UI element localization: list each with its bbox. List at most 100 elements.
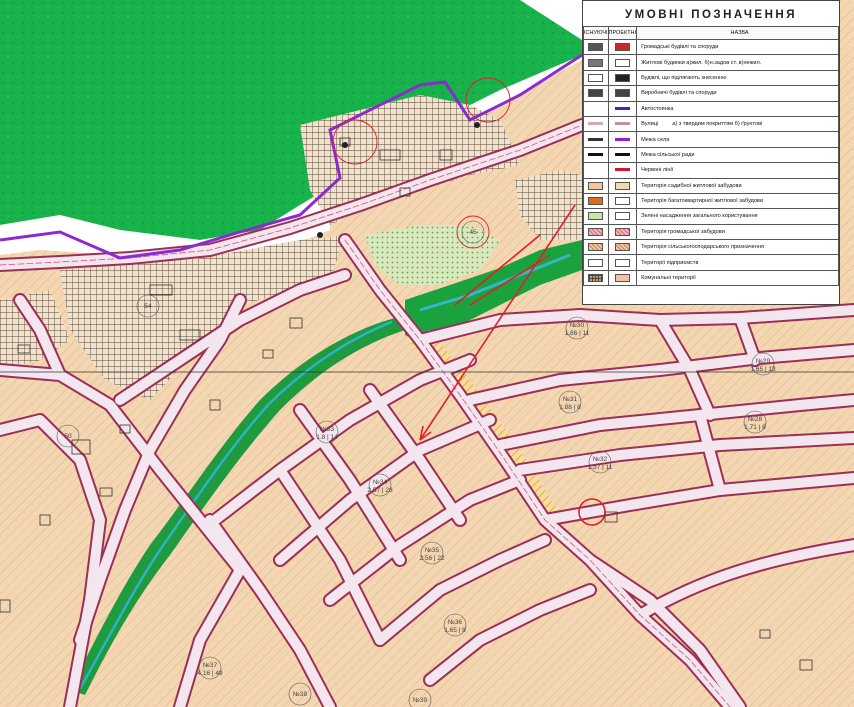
projected-boundary-village-icon xyxy=(607,131,638,148)
legend-row-streets: Вулиці а) з твердим покриттям б) ґрунтові xyxy=(583,115,839,133)
swatch-icon xyxy=(614,243,630,252)
projected-swatch-icon xyxy=(607,192,638,210)
legend-label-text: Межа села xyxy=(641,136,670,143)
legend-row-communal: Комунальні території xyxy=(583,269,839,287)
swatch-icon xyxy=(588,227,604,236)
legend-label: Червоні лінії xyxy=(636,162,839,179)
legend-label-text: Межа сільської ради xyxy=(641,151,695,158)
block-number: №39 xyxy=(413,697,428,704)
block-area-population: 1.88 | 8 xyxy=(559,404,581,411)
block-area-population: 1.65 | 8 xyxy=(444,627,466,634)
block-number: 45 xyxy=(469,229,477,236)
legend-label: Територія громадської забудови xyxy=(636,223,839,241)
legend-label-text: а) з твердим покриттям б) ґрунтові xyxy=(672,121,763,128)
red-line-icon xyxy=(614,168,630,172)
legend-label-text: Територія сільськогосподарського признач… xyxy=(641,244,764,251)
projected-swatch-icon xyxy=(607,223,638,241)
block-number: №32 xyxy=(593,456,608,463)
legend-row-multi-apartment: Територія багатоквартирної житлової забу… xyxy=(583,192,839,210)
projected-swatch-icon xyxy=(607,177,638,194)
legend-label: Житлові будинки а)жил. б)н.задов ст. в)н… xyxy=(636,54,839,71)
street-icon xyxy=(588,122,604,126)
block-number: №36 xyxy=(448,619,463,626)
legend-label: Території підприємств xyxy=(636,254,839,271)
existing-swatch-icon xyxy=(583,223,609,241)
legend-label: Виробничі будівлі та споруди xyxy=(636,85,839,102)
legend-label-text: Територія багатоквартирної житлової забу… xyxy=(641,198,764,205)
legend-label: Територія багатоквартирної житлової забу… xyxy=(636,192,839,210)
building-icon xyxy=(614,43,630,52)
legend-row-agricultural: Територія сільськогосподарського признач… xyxy=(583,239,839,256)
block-area-population: 1.8 | 14 xyxy=(316,434,338,441)
existing-parking-icon xyxy=(583,100,609,117)
projected-house-icon xyxy=(607,54,638,71)
existing-boundary-council-icon xyxy=(583,146,609,164)
block-number: №38 xyxy=(293,691,308,698)
swatch-icon xyxy=(614,227,630,236)
factory-icon xyxy=(588,89,604,98)
swatch-icon xyxy=(588,258,604,267)
block-number: 50 xyxy=(64,433,72,440)
legend-row-public-development: Територія громадської забудови xyxy=(583,223,839,241)
swatch-icon xyxy=(588,181,604,190)
swatch-icon xyxy=(614,274,630,283)
existing-red-line-icon xyxy=(583,162,609,179)
legend-header-projected: ПРОЕКТНІ xyxy=(607,26,638,40)
projected-demolish-icon xyxy=(607,69,638,87)
legend-row-public-buildings: Громадські будівлі та споруди xyxy=(583,38,839,56)
legend-row-council-boundary: Межа сільської ради xyxy=(583,146,839,164)
legend-label-text: Територія садибної житлової забудови xyxy=(641,182,742,189)
legend-header-row: ІСНУЮЧІ ПРОЕКТНІ НАЗВА xyxy=(583,26,839,40)
swatch-icon xyxy=(614,258,630,267)
block-area-population: 2.56 | 22 xyxy=(419,555,445,562)
block-number: №34 xyxy=(373,479,388,486)
legend-row-enterprises: Території підприємств xyxy=(583,254,839,271)
legend-header-name: НАЗВА xyxy=(636,26,839,40)
street-icon xyxy=(614,122,630,126)
block-area-population: 4.16 | 49 xyxy=(197,670,223,677)
legend-label: Будівлі, що підлягають знесенню xyxy=(636,69,839,87)
building-icon xyxy=(588,43,604,52)
legend-label-text: Житлові будинки а)жил. б)н.задов ст. в)н… xyxy=(641,59,762,66)
boundary-council-icon xyxy=(588,152,604,156)
existing-swatch-icon xyxy=(583,192,609,210)
block-area-population: 1.37 | 11 xyxy=(588,464,613,471)
legend-label: Вулиці а) з твердим покриттям б) ґрунтові xyxy=(636,115,839,133)
legend-label: Автостоянка xyxy=(636,100,839,117)
legend-label: Громадські будівлі та споруди xyxy=(636,38,839,56)
projected-parking-icon xyxy=(607,100,638,117)
existing-street-icon xyxy=(583,115,609,133)
legend-label: Комунальні території xyxy=(636,269,839,287)
legend-title: УМОВНІ ПОЗНАЧЕННЯ xyxy=(625,9,797,21)
existing-factory-icon xyxy=(583,85,609,102)
legend-label: Межа села xyxy=(636,131,839,148)
existing-swatch-icon xyxy=(583,269,609,287)
block-number: №29 xyxy=(756,358,771,365)
projected-swatch-icon xyxy=(607,254,638,271)
existing-swatch-icon xyxy=(583,208,609,225)
existing-swatch-icon xyxy=(583,239,609,256)
swatch-icon xyxy=(614,197,630,206)
block-number: №31 xyxy=(563,396,578,403)
legend-label-text: Виробничі будівлі та споруди xyxy=(641,90,717,97)
boundary-village-icon xyxy=(614,137,630,141)
projected-building-icon xyxy=(607,38,638,56)
block-area-population: 1.65 | 13 xyxy=(750,366,776,373)
block-area-population: 1.71 | 8 xyxy=(744,424,766,431)
projected-swatch-icon xyxy=(607,208,638,225)
legend-header-existing: ІСНУЮЧІ xyxy=(583,26,609,40)
block-number: №28 xyxy=(748,416,763,423)
parking-icon xyxy=(588,106,604,110)
boundary-council-icon xyxy=(614,152,630,156)
block-number: №37 xyxy=(203,662,218,669)
house-icon xyxy=(588,58,604,67)
parking-icon xyxy=(614,106,630,110)
legend-label: Територія сільськогосподарського признач… xyxy=(636,239,839,256)
factory-icon xyxy=(614,89,630,98)
block-area-population: 2.57 | 28 xyxy=(367,487,393,494)
legend-row-residential-estate: Територія садибної житлової забудови xyxy=(583,177,839,194)
swatch-icon xyxy=(588,197,604,206)
house-icon xyxy=(614,58,630,67)
red-line-icon xyxy=(588,168,604,172)
master-plan-map-view[interactable]: №30 1.86 | 11 №29 1.65 | 13 №28 1.71 | 8 №31 1.… xyxy=(0,0,854,707)
